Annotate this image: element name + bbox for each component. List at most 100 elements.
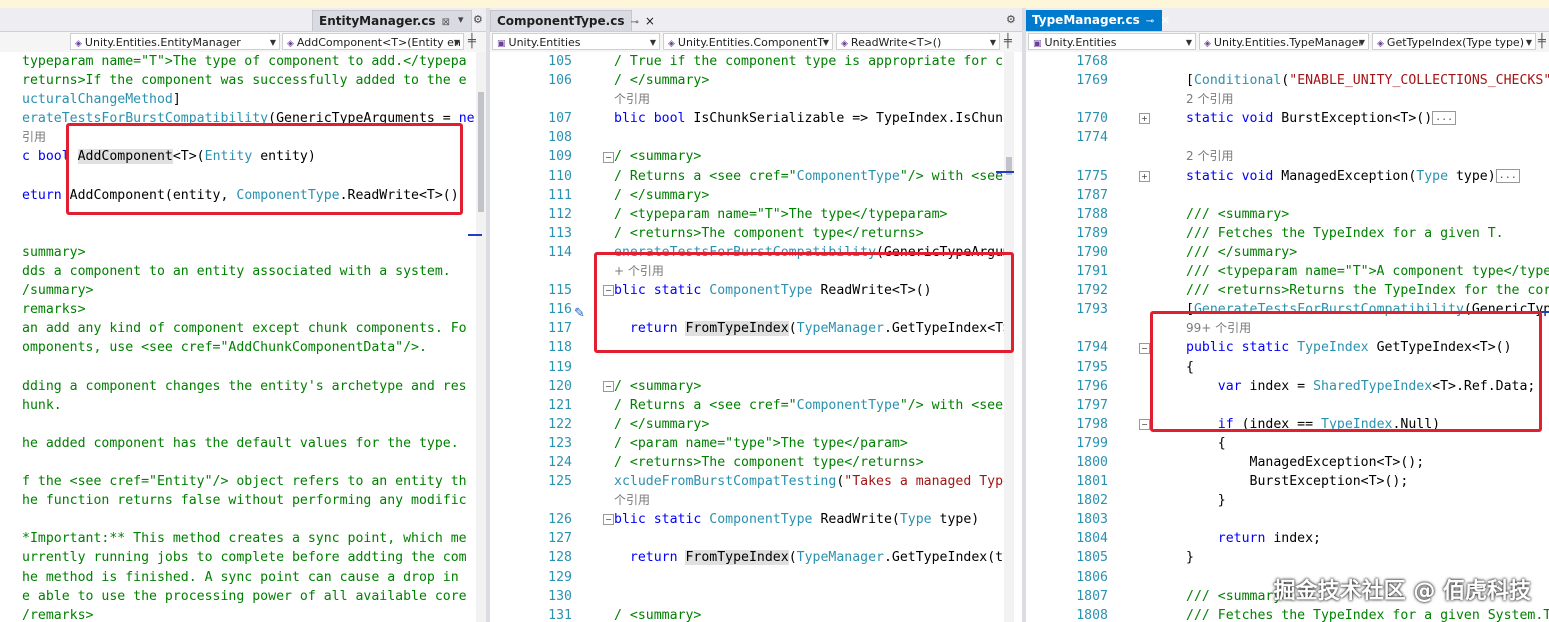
code-line[interactable]: e able to use the processing power of al… xyxy=(0,587,486,606)
nav-type-dropdown[interactable]: ◈ Unity.Entities.TypeManager ▼ xyxy=(1199,33,1369,50)
gear-icon[interactable]: ⚙ xyxy=(473,13,483,26)
code-line[interactable] xyxy=(0,167,486,186)
code-line[interactable]: 114 enerateTestsForBurstCompatibility(Gen… xyxy=(490,243,1022,262)
code-line[interactable]: erateTestsForBurstCompatibility(GenericT… xyxy=(0,109,486,128)
code-line[interactable]: 105 / True if the component type is appro… xyxy=(490,52,1022,71)
code-line[interactable]: 115 blic static ComponentType ReadWrite<T… xyxy=(490,281,1022,300)
collapsed-region-indicator[interactable]: ... xyxy=(1432,111,1457,126)
code-line[interactable]: 1769 [Conditional("ENABLE_UNITY_COLLECTIO… xyxy=(1026,71,1549,90)
code-line[interactable]: 99+ 个引用 xyxy=(1026,319,1549,338)
tab-typemanager[interactable]: TypeManager.cs ⊸ × xyxy=(1026,10,1170,31)
codelens-reference-count[interactable]: 个引用 xyxy=(614,493,650,507)
code-line[interactable]: returns>If the component was successfull… xyxy=(0,71,486,90)
code-line[interactable]: dds a component to an entity associated … xyxy=(0,262,486,281)
code-line[interactable]: 1801 BurstException<T>(); xyxy=(1026,472,1549,491)
code-line[interactable] xyxy=(0,453,486,472)
code-line[interactable] xyxy=(0,510,486,529)
code-line[interactable]: 1796 var index = SharedTypeIndex<T>.Ref.… xyxy=(1026,377,1549,396)
codelens-reference-count[interactable]: 99+ 个引用 xyxy=(1186,321,1251,335)
collapsed-region-indicator[interactable]: ... xyxy=(1495,168,1520,183)
code-line[interactable]: he method is finished. A sync point can … xyxy=(0,568,486,587)
code-line[interactable]: 1803 xyxy=(1026,510,1549,529)
tab-list-chevron-icon[interactable]: ▾ xyxy=(458,13,464,26)
vertical-scrollbar[interactable] xyxy=(476,52,486,622)
nav-member-dropdown[interactable]: ◈ GetTypeIndex(Type type) ▼ xyxy=(1372,33,1536,50)
code-line[interactable]: 2 个引用 xyxy=(1026,90,1549,109)
code-line[interactable]: 106 / </summary> xyxy=(490,71,1022,90)
code-line[interactable]: 111 / </summary> xyxy=(490,186,1022,205)
split-icon[interactable]: ╪ xyxy=(468,34,476,49)
code-line[interactable]: typeparam name="T">The type of component… xyxy=(0,52,486,71)
split-icon[interactable]: ╪ xyxy=(1538,34,1546,49)
code-line[interactable]: 1788 /// <summary> xyxy=(1026,205,1549,224)
quick-actions-pencil-icon[interactable]: ✎ xyxy=(574,306,585,321)
codelens-reference-count[interactable]: 引用 xyxy=(22,130,46,144)
code-line[interactable]: *Important:** This method creates a sync… xyxy=(0,529,486,548)
nav-type-dropdown[interactable]: ◈ Unity.Entities.ComponentT ▼ xyxy=(663,33,833,50)
code-line[interactable]: 110 / Returns a <see cref="ComponentType"… xyxy=(490,167,1022,186)
code-line[interactable]: 1804 return index; xyxy=(1026,529,1549,548)
code-line[interactable]: 1800 ManagedException<T>(); xyxy=(1026,453,1549,472)
code-line[interactable]: dding a component changes the entity's a… xyxy=(0,377,486,396)
code-line[interactable]: 1794 public static TypeIndex GetTypeIndex… xyxy=(1026,338,1549,357)
code-line[interactable]: 1793 [GenerateTestsForBurstCompatibility(… xyxy=(1026,300,1549,319)
codelens-reference-count[interactable]: 个引用 xyxy=(614,92,650,106)
code-line[interactable]: 个引用 xyxy=(490,90,1022,109)
fold-toggle-icon[interactable]: − xyxy=(1139,342,1150,354)
code-line[interactable]: 1790 /// </summary> xyxy=(1026,243,1549,262)
code-line[interactable]: 1792 /// <returns>Returns the TypeIndex f… xyxy=(1026,281,1549,300)
fold-toggle-icon[interactable]: − xyxy=(603,380,614,392)
code-line[interactable]: 121 / Returns a <see cref="ComponentType"… xyxy=(490,396,1022,415)
code-line[interactable]: 120 / <summary> xyxy=(490,377,1022,396)
code-line[interactable]: /remarks> xyxy=(0,606,486,622)
code-editor[interactable]: 1768 1769 [Conditional("ENABLE_UNITY_COLLE… xyxy=(1026,52,1549,622)
code-line[interactable]: eturn AddComponent(entity, ComponentType… xyxy=(0,186,486,205)
code-line[interactable]: 112 / <typeparam name="T">The type</typep… xyxy=(490,205,1022,224)
code-line[interactable]: 引用 xyxy=(0,128,486,147)
code-line[interactable]: urrently running jobs to complete before… xyxy=(0,548,486,567)
code-line[interactable]: remarks> xyxy=(0,300,486,319)
code-line[interactable]: 109 / <summary> xyxy=(490,147,1022,166)
code-line[interactable]: 1789 /// Fetches the TypeIndex for a give… xyxy=(1026,224,1549,243)
codelens-reference-count[interactable]: + 个引用 xyxy=(614,264,664,278)
tab-entitymanager[interactable]: EntityManager.cs ⊠ xyxy=(312,10,472,31)
code-line[interactable]: 125 xcludeFromBurstCompatTesting("Takes a… xyxy=(490,472,1022,491)
code-editor[interactable]: 105 / True if the component type is appro… xyxy=(490,52,1022,622)
code-line[interactable]: f the <see cref="Entity"/> object refers… xyxy=(0,472,486,491)
code-line[interactable]: 1795 { xyxy=(1026,358,1549,377)
code-line[interactable]: 1787 xyxy=(1026,186,1549,205)
code-line[interactable] xyxy=(0,205,486,224)
scroll-thumb[interactable] xyxy=(478,92,484,212)
code-line[interactable]: 128 return FromTypeIndex(TypeManager.Get… xyxy=(490,548,1022,567)
code-line[interactable]: 116 xyxy=(490,300,1022,319)
code-line[interactable]: an add any kind of component except chun… xyxy=(0,319,486,338)
code-line[interactable]: /summary> xyxy=(0,281,486,300)
code-line[interactable]: 117 return FromTypeIndex(TypeManager.Get… xyxy=(490,319,1022,338)
close-icon[interactable]: × xyxy=(1160,13,1170,27)
code-line[interactable]: 1774 xyxy=(1026,128,1549,147)
code-line[interactable] xyxy=(0,415,486,434)
fold-toggle-icon[interactable]: − xyxy=(603,285,614,297)
code-line[interactable]: 130 xyxy=(490,587,1022,606)
close-icon[interactable]: × xyxy=(645,14,655,28)
code-line[interactable]: 1797 xyxy=(1026,396,1549,415)
gear-icon[interactable]: ⚙ xyxy=(1006,13,1016,26)
code-line[interactable]: 108 xyxy=(490,128,1022,147)
code-editor[interactable]: typeparam name="T">The type of component… xyxy=(0,52,486,622)
code-line[interactable]: 1799 { xyxy=(1026,434,1549,453)
codelens-reference-count[interactable]: 2 个引用 xyxy=(1186,92,1233,106)
nav-member-dropdown[interactable]: ◈ ReadWrite<T>() ▼ xyxy=(836,33,1000,50)
code-line[interactable]: 1798 if (index == TypeIndex.Null) xyxy=(1026,415,1549,434)
code-line[interactable] xyxy=(0,224,486,243)
nav-project-dropdown[interactable]: ▣ Unity.Entities ▼ xyxy=(1028,33,1196,50)
code-line[interactable]: 107 blic bool IsChunkSerializable => Type… xyxy=(490,109,1022,128)
code-line[interactable]: + 个引用 xyxy=(490,262,1022,281)
code-line[interactable]: 123 / <param name="type">The type</param> xyxy=(490,434,1022,453)
code-line[interactable]: he added component has the default value… xyxy=(0,434,486,453)
code-line[interactable]: 127 xyxy=(490,529,1022,548)
nav-project-dropdown[interactable]: ▣ Unity.Entities ▼ xyxy=(492,33,660,50)
code-line[interactable]: 129 xyxy=(490,568,1022,587)
code-line[interactable]: he function returns false without perfor… xyxy=(0,491,486,510)
code-line[interactable]: summary> xyxy=(0,243,486,262)
code-line[interactable]: ucturalChangeMethod] xyxy=(0,90,486,109)
